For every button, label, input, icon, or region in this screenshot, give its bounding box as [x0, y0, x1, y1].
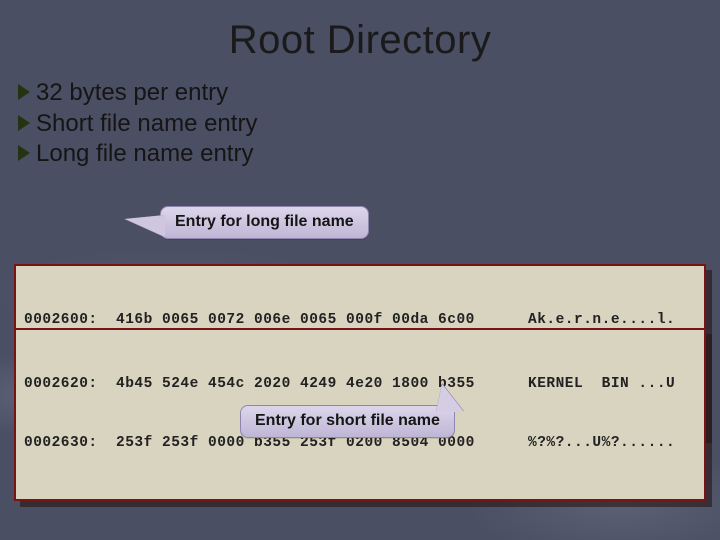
bullet-list: 32 bytes per entry Short file name entry… — [18, 78, 257, 170]
callout-label: Entry for long file name — [175, 213, 354, 230]
bullet-text: 32 bytes per entry — [36, 78, 228, 109]
slide: Root Directory 32 bytes per entry Short … — [0, 0, 720, 540]
bullet-item: Long file name entry — [18, 139, 257, 170]
hex-ascii: %?%?...U%?...... — [528, 434, 696, 454]
bullet-text: Short file name entry — [36, 109, 257, 140]
callout-long-filename: Entry for long file name — [160, 206, 369, 239]
hex-addr: 0002630: — [24, 434, 116, 454]
bullet-item: Short file name entry — [18, 109, 257, 140]
hex-row: 0002620:4b45 524e 454c 2020 4249 4e20 18… — [24, 375, 696, 395]
hex-bytes: 4b45 524e 454c 2020 4249 4e20 1800 b355 — [116, 375, 528, 395]
bullet-text: Long file name entry — [36, 139, 253, 170]
callout-tail — [436, 384, 464, 412]
bullet-icon — [18, 84, 30, 100]
bullet-icon — [18, 145, 30, 161]
bullet-icon — [18, 115, 30, 131]
callout-tail — [125, 215, 165, 237]
bullet-item: 32 bytes per entry — [18, 78, 257, 109]
callout-short-filename: Entry for short file name — [240, 405, 455, 438]
hex-addr: 0002620: — [24, 375, 116, 395]
hex-ascii: KERNEL BIN ...U — [528, 375, 696, 395]
slide-title: Root Directory — [0, 18, 720, 63]
callout-label: Entry for short file name — [255, 412, 440, 429]
